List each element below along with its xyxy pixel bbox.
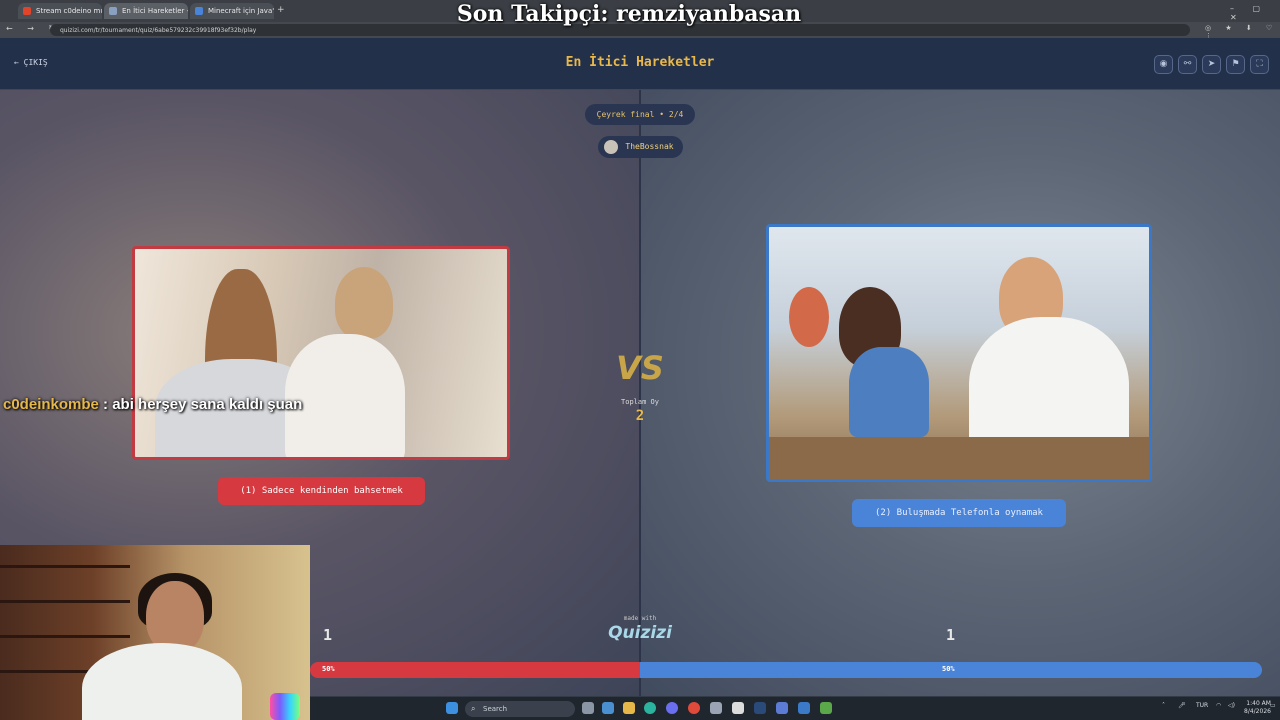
steam-icon[interactable]	[754, 702, 766, 714]
network-icon[interactable]: ◠	[1216, 702, 1221, 709]
notification-icon[interactable]: ▭	[1270, 702, 1276, 709]
clock-time: 1:40 AM	[1246, 700, 1271, 707]
quiz-header: ← ÇIKIŞ En İtici Hareketler ◉ ⚯ ➤ ⚑ ⛶	[0, 38, 1280, 90]
photo-flowers	[789, 287, 829, 347]
search-icon: ⌕	[471, 704, 476, 713]
taskbar-search[interactable]: ⌕ Search	[465, 701, 575, 717]
tray-chevron-icon[interactable]: ˄	[1162, 702, 1165, 709]
send-icon[interactable]: ➤	[1202, 55, 1221, 74]
language-indicator[interactable]: TUR	[1196, 702, 1208, 709]
fullscreen-icon[interactable]: ⛶	[1250, 55, 1269, 74]
minecraft-icon[interactable]	[820, 702, 832, 714]
outlook-icon[interactable]	[798, 702, 810, 714]
photo-figure	[335, 267, 393, 339]
webcam-feed	[0, 545, 310, 720]
photo-figure	[285, 334, 405, 457]
rgb-lamp	[270, 693, 300, 720]
option-2-progress-bar: 50%	[640, 662, 1262, 678]
latest-follower-overlay: Son Takipçi: remziyanbasan	[456, 1, 802, 27]
url-text: quizizi.com/tr/tournament/quiz/6abe57923…	[60, 27, 257, 34]
center-divider	[639, 90, 641, 696]
option-2-percent: 50%	[942, 665, 955, 673]
streamer-body	[82, 643, 242, 720]
total-votes-label: Toplam Oy	[621, 398, 659, 406]
chat-message: : abi herşey sana kaldı şuan	[103, 396, 303, 413]
search-placeholder: Search	[483, 705, 508, 713]
calculator-icon[interactable]	[732, 702, 744, 714]
user-badge: TheBossnak	[598, 136, 683, 158]
task-view-icon[interactable]	[582, 702, 594, 714]
widgets-icon[interactable]	[602, 702, 614, 714]
clock-date: 8/4/2026	[1244, 708, 1271, 715]
photo-figure	[849, 347, 929, 437]
discord-icon[interactable]	[666, 702, 678, 714]
option-1-progress-bar: 50%	[310, 662, 640, 678]
brand-logo[interactable]: Quizizi	[590, 623, 690, 643]
total-votes-value: 2	[635, 408, 645, 424]
round-badge: Çeyrek final • 2/4	[585, 104, 695, 125]
option-2-image[interactable]	[766, 224, 1152, 482]
settings-icon[interactable]	[710, 702, 722, 714]
option-2-button[interactable]: (2) Buluşmada Telefonla oynamak	[852, 499, 1066, 527]
photo-table	[769, 437, 1149, 479]
made-with-label: made with	[623, 615, 657, 622]
volume-icon[interactable]: ◁)	[1228, 702, 1235, 709]
avatar	[604, 140, 618, 154]
user-name: TheBossnak	[625, 142, 674, 151]
page-title: En İtici Hareketler	[565, 55, 715, 70]
eye-icon[interactable]: ◉	[1154, 55, 1173, 74]
chat-overlay: c0deinkombe : abi herşey sana kaldı şuan	[3, 396, 302, 413]
option-1-percent: 50%	[322, 665, 335, 673]
microphone-icon[interactable]: 🎤︎	[1178, 702, 1186, 709]
bookshelf	[0, 600, 130, 603]
file-explorer-icon[interactable]	[623, 702, 635, 714]
option-1-button[interactable]: (1) Sadece kendinden bahsetmek	[218, 477, 425, 505]
bookshelf	[0, 565, 130, 568]
windows-taskbar: ⌕ Search ˄ 🎤︎ TUR ◠ ◁) 1:40 AM 8/4/2026 …	[310, 696, 1280, 720]
chrome-icon[interactable]	[688, 702, 700, 714]
windows-start-icon[interactable]	[446, 702, 458, 714]
option-2-votes: 1	[946, 626, 956, 644]
vs-badge: VS	[616, 349, 664, 387]
edge-icon[interactable]	[644, 702, 656, 714]
clock[interactable]: 1:40 AM 8/4/2026	[1244, 700, 1271, 716]
bookshelf	[0, 635, 130, 638]
app-icon[interactable]	[776, 702, 788, 714]
link-icon[interactable]: ⚯	[1178, 55, 1197, 74]
flag-icon[interactable]: ⚑	[1226, 55, 1245, 74]
option-1-votes: 1	[323, 626, 333, 644]
option-1-image[interactable]	[132, 246, 510, 460]
chat-username: c0deinkombe	[3, 396, 99, 413]
